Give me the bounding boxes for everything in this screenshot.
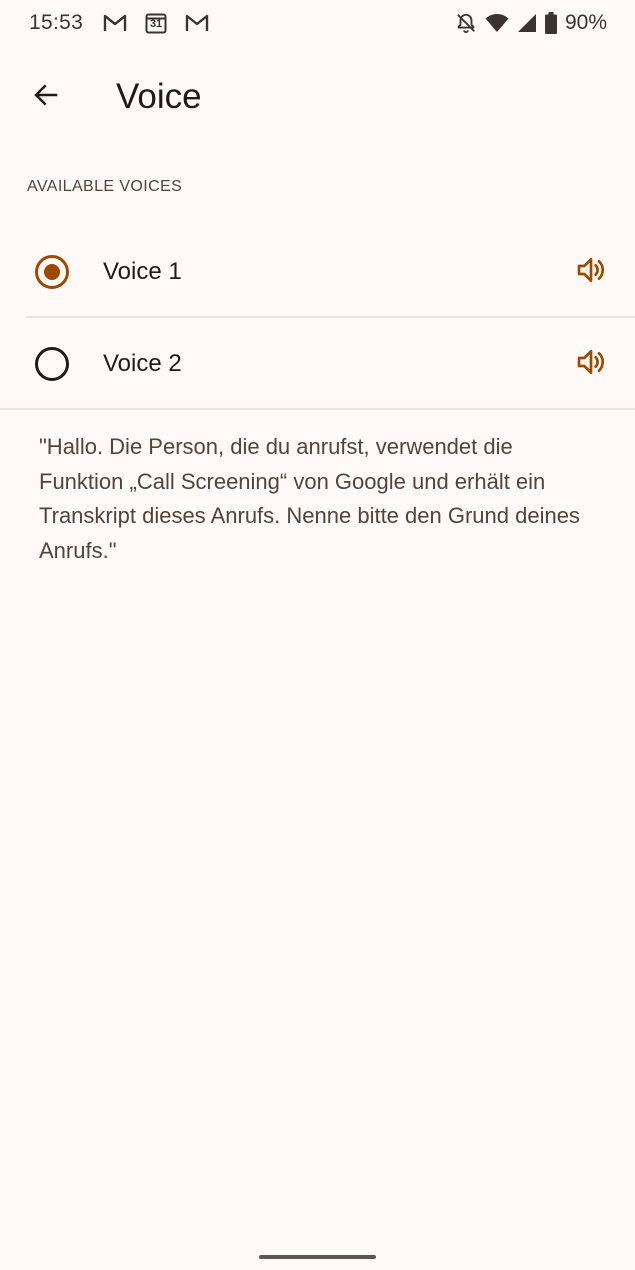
battery-icon (544, 12, 557, 34)
signal-icon (517, 13, 537, 33)
arrow-back-icon (31, 80, 61, 115)
voice-label: Voice 2 (103, 350, 182, 377)
voice-label: Voice 1 (103, 258, 182, 285)
volume-icon (575, 254, 607, 291)
radio-button-unselected[interactable] (35, 347, 69, 381)
calendar-icon: 31 (145, 12, 167, 34)
voice-option-1[interactable]: Voice 1 (0, 226, 635, 318)
greeting-preview-text: "Hallo. Die Person, die du anrufst, verw… (39, 434, 580, 563)
play-voice-1-button[interactable] (573, 254, 609, 290)
notifications-off-icon (455, 12, 477, 34)
voice-settings-screen: 15:53 31 90% Voice AVAILABLE VOICES Voic… (0, 0, 635, 1270)
radio-dot (44, 264, 60, 280)
volume-icon (575, 346, 607, 383)
radio-button-selected[interactable] (35, 255, 69, 289)
calendar-day-text: 31 (149, 18, 163, 30)
play-voice-2-button[interactable] (573, 346, 609, 382)
status-left: 15:53 31 (29, 11, 209, 35)
status-time: 15:53 (29, 11, 84, 34)
battery-percent: 90% (564, 11, 607, 34)
gmail-icon (185, 13, 209, 33)
voice-option-2[interactable]: Voice 2 (0, 318, 635, 410)
page-title: Voice (116, 77, 202, 116)
section-header: AVAILABLE VOICES (27, 178, 183, 195)
gesture-navigation-handle[interactable] (259, 1255, 376, 1259)
wifi-icon (485, 13, 509, 33)
status-bar: 15:53 31 90% (0, 0, 635, 46)
back-button[interactable] (16, 67, 76, 127)
app-bar: Voice (0, 60, 635, 134)
voice-list: Voice 1 Voice 2 (0, 226, 635, 410)
status-right: 90% (455, 11, 607, 35)
gmail-icon (103, 13, 127, 33)
section-divider (0, 408, 635, 410)
